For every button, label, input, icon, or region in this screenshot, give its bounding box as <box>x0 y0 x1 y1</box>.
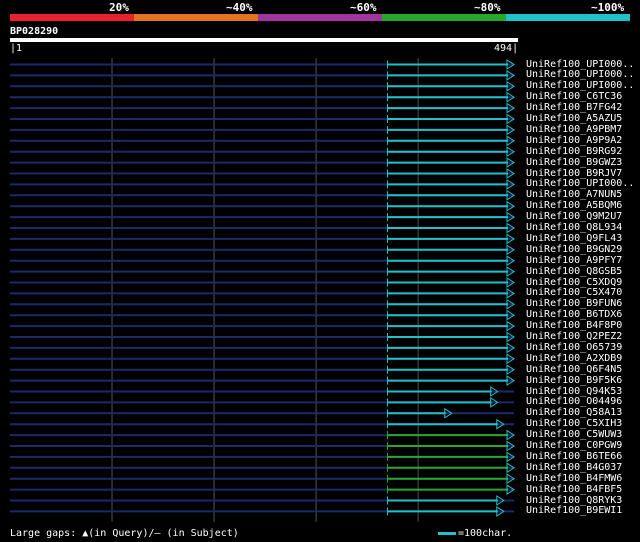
hit-label[interactable]: UniRef100_UPI000.. <box>526 178 634 189</box>
hit-label[interactable]: UniRef100_A5BQM6 <box>526 200 622 211</box>
hit-label[interactable]: UniRef100_C5XIH3 <box>526 418 622 429</box>
hit-label[interactable]: UniRef100_A2XDB9 <box>526 353 622 364</box>
hit-label[interactable]: UniRef100_O65739 <box>526 342 622 353</box>
hit-label[interactable]: UniRef100_Q8RYK3 <box>526 495 622 506</box>
hit-label[interactable]: UniRef100_Q8GSB5 <box>526 266 622 277</box>
hit-label[interactable]: UniRef100_A9PFY7 <box>526 255 622 266</box>
hit-label[interactable]: UniRef100_A5AZU5 <box>526 113 622 124</box>
hit-label[interactable]: UniRef100_Q9FL43 <box>526 233 622 244</box>
hit-label[interactable]: UniRef100_A7NUN5 <box>526 189 622 200</box>
hit-label[interactable]: UniRef100_B4G037 <box>526 462 622 473</box>
hit-label[interactable]: UniRef100_B9EWI1 <box>526 505 622 516</box>
hit-label[interactable]: UniRef100_B6TE66 <box>526 451 622 462</box>
hit-label[interactable]: UniRef100_B4FBF5 <box>526 484 622 495</box>
hit-label[interactable]: UniRef100_B9RJV7 <box>526 168 622 179</box>
hit-label[interactable]: UniRef100_C5X470 <box>526 287 622 298</box>
hit-label[interactable]: UniRef100_B9FUN6 <box>526 298 622 309</box>
hit-label[interactable]: UniRef100_C5WUW3 <box>526 429 622 440</box>
hit-label[interactable]: UniRef100_B9GWZ3 <box>526 157 622 168</box>
hit-label[interactable]: UniRef100_UPI000.. <box>526 59 634 70</box>
hit-label[interactable]: UniRef100_B9RG92 <box>526 146 622 157</box>
hit-label[interactable]: UniRef100_C6TC36 <box>526 91 622 102</box>
gaps-legend: Large gaps: ▲(in Query)/― (in Subject) <box>10 528 239 539</box>
hit-label[interactable]: UniRef100_Q2PEZ2 <box>526 331 622 342</box>
scale-text: =100char. <box>458 528 513 539</box>
hit-label[interactable]: UniRef100_B4F8P0 <box>526 320 622 331</box>
scale-legend: =100char. <box>438 528 512 539</box>
hit-label[interactable]: UniRef100_B6TDX6 <box>526 309 622 320</box>
hit-label[interactable]: UniRef100_B7FG42 <box>526 102 622 113</box>
hit-label[interactable]: UniRef100_C0PGW9 <box>526 440 622 451</box>
hit-label[interactable]: UniRef100_A9PBM7 <box>526 124 622 135</box>
hit-label[interactable]: UniRef100_C5XDQ9 <box>526 277 622 288</box>
hit-label[interactable]: UniRef100_B4FMW6 <box>526 473 622 484</box>
hit-label[interactable]: UniRef100_A9P9A2 <box>526 135 622 146</box>
hit-label[interactable]: UniRef100_UPI000.. <box>526 69 634 80</box>
hit-label[interactable]: UniRef100_Q94K53 <box>526 386 622 397</box>
hit-label[interactable]: UniRef100_Q6F4N5 <box>526 364 622 375</box>
hit-label[interactable]: UniRef100_Q9M2U7 <box>526 211 622 222</box>
hit-label[interactable]: UniRef100_B9GN29 <box>526 244 622 255</box>
hit-label[interactable]: UniRef100_Q58A13 <box>526 407 622 418</box>
hit-label[interactable]: UniRef100_O04496 <box>526 396 622 407</box>
hit-label[interactable]: UniRef100_UPI000.. <box>526 80 634 91</box>
scale-line <box>438 531 456 535</box>
hit-label[interactable]: UniRef100_B9F5K6 <box>526 375 622 386</box>
hit-label[interactable]: UniRef100_Q8L934 <box>526 222 622 233</box>
